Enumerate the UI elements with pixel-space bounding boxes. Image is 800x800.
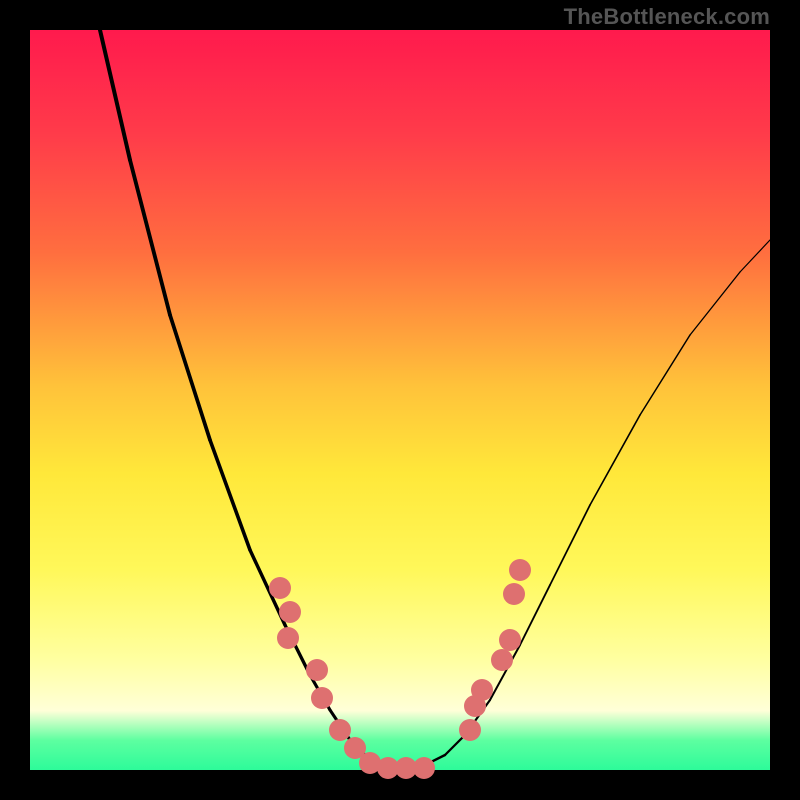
data-dot (491, 649, 513, 671)
data-dot (413, 757, 435, 779)
data-dot (459, 719, 481, 741)
data-dot (499, 629, 521, 651)
attribution-label: TheBottleneck.com (564, 4, 770, 30)
curve-segment (100, 30, 130, 160)
curve-segment (130, 160, 170, 315)
curve-segment (740, 240, 770, 272)
data-dot (329, 719, 351, 741)
data-dot (306, 659, 328, 681)
curve-segment (640, 335, 690, 415)
chart-frame (30, 30, 770, 770)
curve-segment (590, 415, 640, 505)
bottleneck-chart (30, 30, 770, 770)
data-dot (277, 627, 299, 649)
curve-segment (550, 505, 590, 585)
curve-segment (690, 272, 740, 335)
data-dot (279, 601, 301, 623)
curve-segment (445, 735, 465, 755)
curve-segment (170, 315, 210, 440)
data-dot (269, 577, 291, 599)
data-dot (471, 679, 493, 701)
curve-segment (210, 440, 250, 550)
dot-cluster (269, 559, 531, 779)
data-dot (311, 687, 333, 709)
data-dot (509, 559, 531, 581)
data-dot (503, 583, 525, 605)
bottleneck-curve (100, 30, 770, 768)
